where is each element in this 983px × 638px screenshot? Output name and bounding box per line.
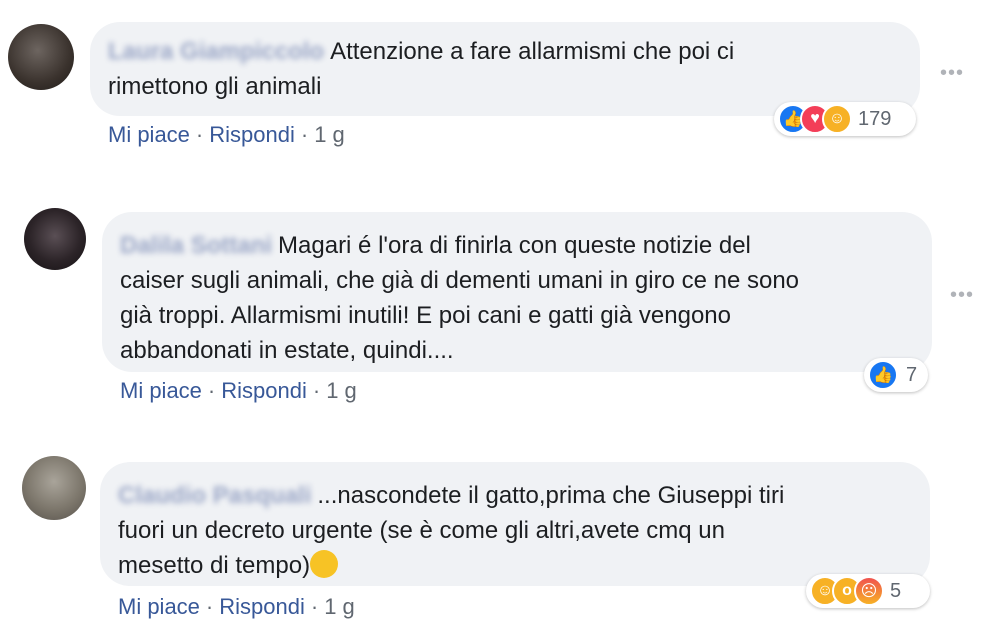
- separator: ·: [205, 594, 214, 619]
- more-options-icon[interactable]: •••: [950, 284, 974, 307]
- angry-icon: ☹: [854, 576, 884, 606]
- winking-face-icon: [310, 550, 339, 578]
- comment-author[interactable]: Dalila Sottani: [120, 228, 272, 263]
- separator: ·: [310, 594, 319, 619]
- timestamp[interactable]: 1 g: [314, 122, 345, 147]
- like-icon: 👍: [868, 360, 898, 390]
- reactions-summary[interactable]: ☺ o ☹ 5: [806, 574, 930, 608]
- like-button[interactable]: Mi piace: [108, 122, 190, 147]
- comment-bubble: Claudio Pasquali ...nascondete il gatto,p…: [100, 462, 930, 586]
- timestamp[interactable]: 1 g: [324, 594, 355, 619]
- comment-text-line: caiser sugli animali, che già di dementi…: [120, 267, 800, 294]
- comment-author[interactable]: Claudio Pasquali: [118, 478, 311, 513]
- like-button[interactable]: Mi piace: [120, 378, 202, 403]
- separator: ·: [312, 378, 321, 403]
- reply-button[interactable]: Rispondi: [209, 122, 295, 147]
- reaction-count: 7: [906, 363, 918, 386]
- avatar[interactable]: [24, 208, 86, 270]
- comment-author[interactable]: Laura Giampiccolo: [108, 34, 324, 69]
- comment-text-line: già troppi. Allarmismi inutili! E poi ca…: [120, 302, 731, 329]
- comment-text-line: Magari é l'ora di finirla con queste not…: [278, 232, 751, 259]
- reply-button[interactable]: Rispondi: [219, 594, 305, 619]
- reaction-count: 179: [858, 107, 892, 130]
- comment-bubble: Dalila Sottani Magari é l'ora di finirla …: [102, 212, 932, 372]
- separator: ·: [300, 122, 309, 147]
- comment-text-line: abbandonati in estate, quindi....: [120, 337, 454, 364]
- more-options-icon[interactable]: •••: [940, 62, 964, 85]
- timestamp[interactable]: 1 g: [326, 378, 357, 403]
- comment-text-line: mesetto di tempo): [118, 552, 311, 579]
- avatar[interactable]: [22, 456, 86, 520]
- avatar[interactable]: [8, 24, 74, 90]
- care-icon: ☺: [822, 104, 852, 134]
- reply-button[interactable]: Rispondi: [221, 378, 307, 403]
- reactions-summary[interactable]: 👍 ♥ ☺ 179: [774, 102, 916, 136]
- comment-actions: Mi piace · Rispondi · 1 g: [108, 122, 345, 148]
- reaction-count: 5: [890, 579, 902, 602]
- comment-actions: Mi piace · Rispondi · 1 g: [118, 594, 355, 620]
- comment-actions: Mi piace · Rispondi · 1 g: [120, 378, 357, 404]
- like-button[interactable]: Mi piace: [118, 594, 200, 619]
- comment-text-line: fuori un decreto urgente (se è come gli …: [118, 517, 725, 544]
- comment-text-line: ...nascondete il gatto,prima che Giusepp…: [317, 482, 785, 509]
- separator: ·: [207, 378, 216, 403]
- comment-text-line: rimettono gli animali: [108, 73, 322, 100]
- separator: ·: [195, 122, 204, 147]
- comment-text-line: Attenzione a fare allarmismi che poi ci: [330, 38, 735, 65]
- reactions-summary[interactable]: 👍 7: [864, 358, 928, 392]
